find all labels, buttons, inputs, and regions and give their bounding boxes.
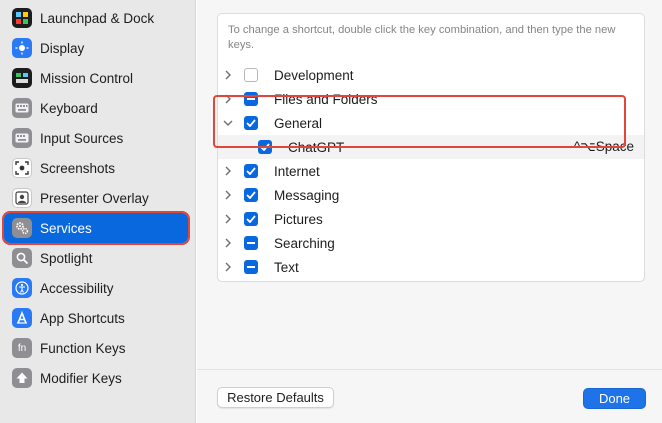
chevron-right-icon[interactable] — [222, 213, 234, 225]
sidebar-item-screenshots[interactable]: Screenshots — [4, 153, 188, 183]
sidebar-item-app-shortcuts[interactable]: App Shortcuts — [4, 303, 188, 333]
service-row-chatgpt[interactable]: ChatGPT ^⌥Space — [218, 135, 644, 159]
category-label: Files and Folders — [274, 91, 378, 107]
sidebar-item-launchpad-dock[interactable]: Launchpad & Dock — [4, 3, 188, 33]
sidebar-item-label: Services — [40, 220, 92, 236]
sidebar-item-label: App Shortcuts — [40, 310, 125, 326]
sidebar-item-label: Screenshots — [40, 160, 116, 176]
category-label: Searching — [274, 235, 335, 251]
sidebar-item-label: Presenter Overlay — [40, 190, 149, 206]
chevron-right-icon[interactable] — [222, 189, 234, 201]
sidebar-item-mission-control[interactable]: Mission Control — [4, 63, 188, 93]
category-row-general[interactable]: General — [218, 111, 644, 135]
category-row-pictures[interactable]: Pictures — [218, 207, 644, 231]
category-checkbox[interactable] — [244, 212, 258, 226]
shortcuts-list-panel: To change a shortcut, double click the k… — [217, 13, 645, 282]
category-checkbox[interactable] — [244, 260, 258, 274]
category-row-development[interactable]: Development — [218, 63, 644, 87]
category-label: General — [274, 115, 323, 131]
chevron-down-icon[interactable] — [222, 117, 234, 129]
chevron-right-icon[interactable] — [222, 93, 234, 105]
category-checkbox[interactable] — [244, 188, 258, 202]
category-row-internet[interactable]: Internet — [218, 159, 644, 183]
function-keys-icon: fn — [12, 338, 32, 358]
category-label: Pictures — [274, 211, 323, 227]
category-label: Text — [274, 259, 299, 275]
sidebar-item-label: Launchpad & Dock — [40, 10, 155, 26]
chevron-right-icon[interactable] — [222, 165, 234, 177]
services-gear-icon — [12, 218, 32, 238]
sidebar-item-label: Keyboard — [40, 100, 98, 116]
done-button[interactable]: Done — [583, 388, 646, 409]
category-checkbox[interactable] — [244, 164, 258, 178]
sidebar-item-accessibility[interactable]: Accessibility — [4, 273, 188, 303]
screenshots-icon — [12, 158, 32, 178]
category-label: Development — [274, 67, 354, 83]
sidebar-item-label: Spotlight — [40, 250, 93, 266]
sidebar-item-label: Display — [40, 40, 85, 56]
mission-control-icon — [12, 68, 32, 88]
sidebar-item-label: Mission Control — [40, 70, 134, 86]
launchpad-dock-icon — [12, 8, 32, 28]
category-row-text[interactable]: Text — [218, 255, 644, 279]
app-shortcuts-icon — [12, 308, 32, 328]
sidebar-item-display[interactable]: Display — [4, 33, 188, 63]
sidebar-item-input-sources[interactable]: Input Sources — [4, 123, 188, 153]
category-checkbox[interactable] — [244, 116, 258, 130]
category-checkbox[interactable] — [244, 68, 258, 82]
chevron-right-icon[interactable] — [222, 237, 234, 249]
sidebar-item-label: Input Sources — [40, 130, 124, 146]
sidebar-item-spotlight[interactable]: Spotlight — [4, 243, 188, 273]
sidebar-item-label: Function Keys — [40, 340, 126, 356]
shortcut-hint-text: To change a shortcut, double click the k… — [228, 24, 616, 51]
category-row-searching[interactable]: Searching — [218, 231, 644, 255]
sidebar-item-modifier-keys[interactable]: Modifier Keys — [4, 363, 188, 393]
category-checkbox[interactable] — [244, 236, 258, 250]
sidebar-item-presenter-overlay[interactable]: Presenter Overlay — [4, 183, 188, 213]
accessibility-icon — [12, 278, 32, 298]
category-label: Internet — [274, 163, 320, 179]
display-icon — [12, 38, 32, 58]
footer-divider — [197, 369, 662, 370]
presenter-overlay-icon — [12, 188, 32, 208]
sidebar-item-label: Modifier Keys — [40, 370, 122, 386]
sidebar-item-services[interactable]: Services — [2, 211, 190, 245]
spotlight-icon — [12, 248, 32, 268]
service-label: ChatGPT — [288, 139, 345, 155]
chevron-right-icon[interactable] — [222, 69, 234, 81]
modifier-keys-icon — [12, 368, 32, 388]
keyboard-icon — [12, 98, 32, 118]
restore-defaults-button[interactable]: Restore Defaults — [217, 387, 334, 408]
services-shortcuts-pane: To change a shortcut, double click the k… — [197, 0, 662, 423]
category-checkbox[interactable] — [244, 92, 258, 106]
input-sources-icon — [12, 128, 32, 148]
chevron-right-icon[interactable] — [222, 261, 234, 273]
category-row-messaging[interactable]: Messaging — [218, 183, 644, 207]
sidebar-item-label: Accessibility — [40, 280, 114, 296]
shortcut-key-combination[interactable]: ^⌥Space — [574, 139, 634, 155]
sidebar-item-function-keys[interactable]: fn Function Keys — [4, 333, 188, 363]
sidebar: Launchpad & Dock Display Mission Control… — [0, 0, 196, 423]
sidebar-item-keyboard[interactable]: Keyboard — [4, 93, 188, 123]
category-row-files-and-folders[interactable]: Files and Folders — [218, 87, 644, 111]
category-label: Messaging — [274, 187, 340, 203]
service-checkbox[interactable] — [258, 140, 272, 154]
